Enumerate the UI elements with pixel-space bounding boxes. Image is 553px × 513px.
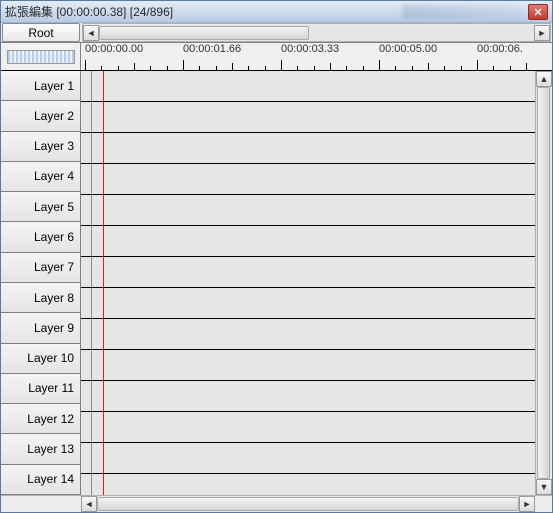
layer-header[interactable]: Layer 13 [1,434,80,464]
titlebar[interactable]: 拡張編集 [00:00:00.38] [24/896] [1,1,552,23]
layer-header[interactable]: Layer 8 [1,283,80,313]
titlebar-blur [402,5,522,19]
scroll-up-button[interactable]: ▲ [536,71,552,87]
scroll-thumb-top[interactable] [99,26,309,40]
layer-label: Layer 12 [27,412,74,426]
timeline-row[interactable] [81,350,535,381]
zoom-cell [1,43,81,70]
layer-header[interactable]: Layer 12 [1,404,80,434]
layer-label: Layer 10 [27,351,74,365]
ruler-label: 00:00:03.33 [281,43,339,55]
layer-label: Layer 1 [34,79,74,93]
layer-label: Layer 6 [34,230,74,244]
layer-header[interactable]: Layer 9 [1,313,80,343]
ruler-label: 00:00:01.66 [183,43,241,55]
layer-header[interactable]: Layer 10 [1,344,80,374]
layer-label: Layer 13 [27,442,74,456]
layer-label: Layer 14 [27,472,74,486]
layer-label: Layer 9 [34,321,74,335]
timeline-row[interactable] [81,195,535,226]
scroll-left-button[interactable]: ◄ [83,25,99,41]
close-button[interactable] [528,4,548,20]
timeline-row[interactable] [81,102,535,133]
layer-label: Layer 4 [34,169,74,183]
layer-label: Layer 5 [34,200,74,214]
timeline-row[interactable] [81,133,535,164]
layer-label: Layer 8 [34,291,74,305]
vertical-scrollbar[interactable]: ▲ ▼ [535,71,552,495]
layers-column: Layer 1 Layer 2 Layer 3 Layer 4 Layer 5 Layer… [1,71,81,495]
scroll-track-top[interactable] [99,25,534,41]
timeline-row[interactable] [81,319,535,350]
scroll-thumb-vertical[interactable] [537,87,550,479]
layer-header[interactable]: Layer 1 [1,71,80,101]
horizontal-scrollbar-top[interactable]: ◄ ► [82,23,551,42]
scroll-right-button-bottom[interactable]: ► [519,496,535,512]
playhead[interactable] [103,71,104,495]
bottom-spacer [1,496,81,512]
ruler-label: 00:00:06. [477,43,523,55]
ruler-row: 00:00:00.00 00:00:01.66 00:00:03.33 00:00:0… [1,43,552,71]
layer-header[interactable]: Layer 4 [1,162,80,192]
layer-label: Layer 2 [34,109,74,123]
window: 拡張編集 [00:00:00.38] [24/896] Root ◄ ► 00:… [0,0,553,513]
layer-label: Layer 7 [34,260,74,274]
timeline-row[interactable] [81,288,535,319]
top-row: Root ◄ ► [1,23,552,43]
zoom-slider[interactable] [7,50,75,64]
layer-header[interactable]: Layer 3 [1,132,80,162]
scrollbar-corner [535,496,552,512]
layer-header[interactable]: Layer 6 [1,222,80,252]
scroll-track-bottom[interactable] [97,496,519,512]
window-title: 拡張編集 [00:00:00.38] [24/896] [5,3,402,20]
layer-header[interactable]: Layer 14 [1,465,80,495]
time-ruler[interactable]: 00:00:00.00 00:00:01.66 00:00:03.33 00:00:0… [81,43,552,70]
timeline-row[interactable] [81,257,535,288]
close-icon [534,8,542,16]
timeline-row[interactable] [81,474,535,495]
layer-label: Layer 11 [28,381,74,395]
root-button[interactable]: Root [2,23,80,42]
timeline-row[interactable] [81,71,535,102]
scroll-down-button[interactable]: ▼ [536,479,552,495]
layer-header[interactable]: Layer 5 [1,192,80,222]
timeline-row[interactable] [81,164,535,195]
timeline-row[interactable] [81,381,535,412]
ruler-label: 00:00:00.00 [85,43,143,55]
bottom-bar: ◄ ► [1,495,552,512]
timeline-row[interactable] [81,226,535,257]
timeline-area[interactable] [81,71,535,495]
scroll-track-vertical[interactable] [536,87,551,479]
horizontal-scrollbar-bottom[interactable]: ◄ ► [81,496,535,512]
scroll-thumb-bottom[interactable] [97,497,519,511]
layer-header[interactable]: Layer 7 [1,253,80,283]
layer-label: Layer 3 [34,139,74,153]
root-label: Root [28,26,53,40]
body: Layer 1 Layer 2 Layer 3 Layer 4 Layer 5 Layer… [1,71,552,495]
layer-header[interactable]: Layer 2 [1,101,80,131]
timeline-row[interactable] [81,412,535,443]
scroll-right-button[interactable]: ► [534,25,550,41]
scroll-left-button-bottom[interactable]: ◄ [81,496,97,512]
ruler-label: 00:00:05.00 [379,43,437,55]
layer-header[interactable]: Layer 11 [1,374,80,404]
timeline-row[interactable] [81,443,535,474]
